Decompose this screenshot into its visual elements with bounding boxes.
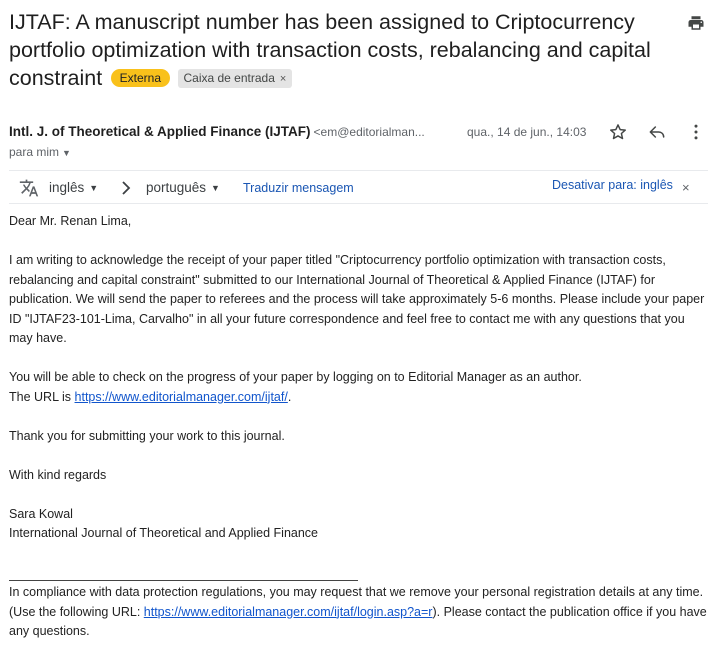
sender-row: Intl. J. of Theoretical & Applied Financ… bbox=[9, 124, 704, 144]
footer-notice: In compliance with data protection regul… bbox=[9, 583, 709, 642]
recipients-dropdown[interactable]: para mim ▼ bbox=[9, 145, 71, 159]
caret-down-icon: ▼ bbox=[62, 148, 71, 158]
recipients-text: para mim bbox=[9, 145, 60, 159]
url-prefix: The URL is bbox=[9, 389, 75, 404]
source-language-label: inglês bbox=[49, 180, 85, 195]
star-icon[interactable] bbox=[608, 122, 628, 142]
inbox-label-text: Caixa de entrada bbox=[183, 71, 275, 85]
caret-down-icon: ▼ bbox=[89, 183, 99, 193]
url-suffix: . bbox=[287, 389, 292, 404]
target-language-label: português bbox=[146, 180, 207, 195]
footer-divider bbox=[9, 580, 358, 581]
body-paragraph-1: I am writing to acknowledge the receipt … bbox=[9, 253, 705, 345]
more-vert-icon[interactable] bbox=[690, 122, 702, 142]
greeting: Dear Mr. Renan Lima, bbox=[9, 214, 132, 228]
chevron-right-icon bbox=[122, 181, 131, 195]
translate-icon bbox=[19, 179, 39, 197]
printer-icon[interactable] bbox=[687, 14, 705, 32]
signature-name: Sara Kowal bbox=[9, 506, 73, 521]
source-language-dropdown[interactable]: inglês ▼ bbox=[49, 180, 98, 195]
remove-label-icon[interactable]: × bbox=[280, 73, 286, 85]
thanks-line: Thank you for submitting your work to th… bbox=[9, 428, 285, 443]
translate-message-link[interactable]: Traduzir mensagem bbox=[243, 181, 354, 195]
disable-translation-link[interactable]: Desativar para: inglês bbox=[552, 178, 673, 192]
sender-name[interactable]: Intl. J. of Theoretical & Applied Financ… bbox=[9, 124, 311, 139]
reply-icon[interactable] bbox=[647, 122, 667, 142]
sender-email[interactable]: <em@editorialman... bbox=[314, 125, 425, 139]
regards-line: With kind regards bbox=[9, 467, 107, 482]
login-removal-link[interactable]: https://www.editorialmanager.com/ijtaf/l… bbox=[144, 605, 433, 619]
inbox-label-chip: Caixa de entrada × bbox=[178, 69, 293, 88]
target-language-dropdown[interactable]: português ▼ bbox=[146, 180, 220, 195]
external-label-chip: Externa bbox=[110, 69, 171, 87]
editorial-manager-link[interactable]: https://www.editorialmanager.com/ijtaf/ bbox=[75, 390, 288, 404]
body-paragraph-2-line-1: You will be able to check on the progres… bbox=[9, 370, 582, 384]
translate-bar: inglês ▼ português ▼ Traduzir mensagem Des… bbox=[9, 170, 708, 204]
close-icon[interactable]: × bbox=[682, 180, 690, 195]
email-header: IJTAF: A manuscript number has been assi… bbox=[9, 8, 669, 92]
email-date: qua., 14 de jun., 14:03 bbox=[467, 125, 587, 139]
caret-down-icon: ▼ bbox=[211, 183, 220, 193]
email-body: Dear Mr. Renan Lima, I am writing to ack… bbox=[9, 212, 709, 642]
signature-organization: International Journal of Theoretical and… bbox=[9, 526, 319, 540]
body-paragraph-2-line-2: The URL is https://www.editorialmanager.… bbox=[9, 388, 709, 408]
email-subject: IJTAF: A manuscript number has been assi… bbox=[9, 10, 651, 90]
